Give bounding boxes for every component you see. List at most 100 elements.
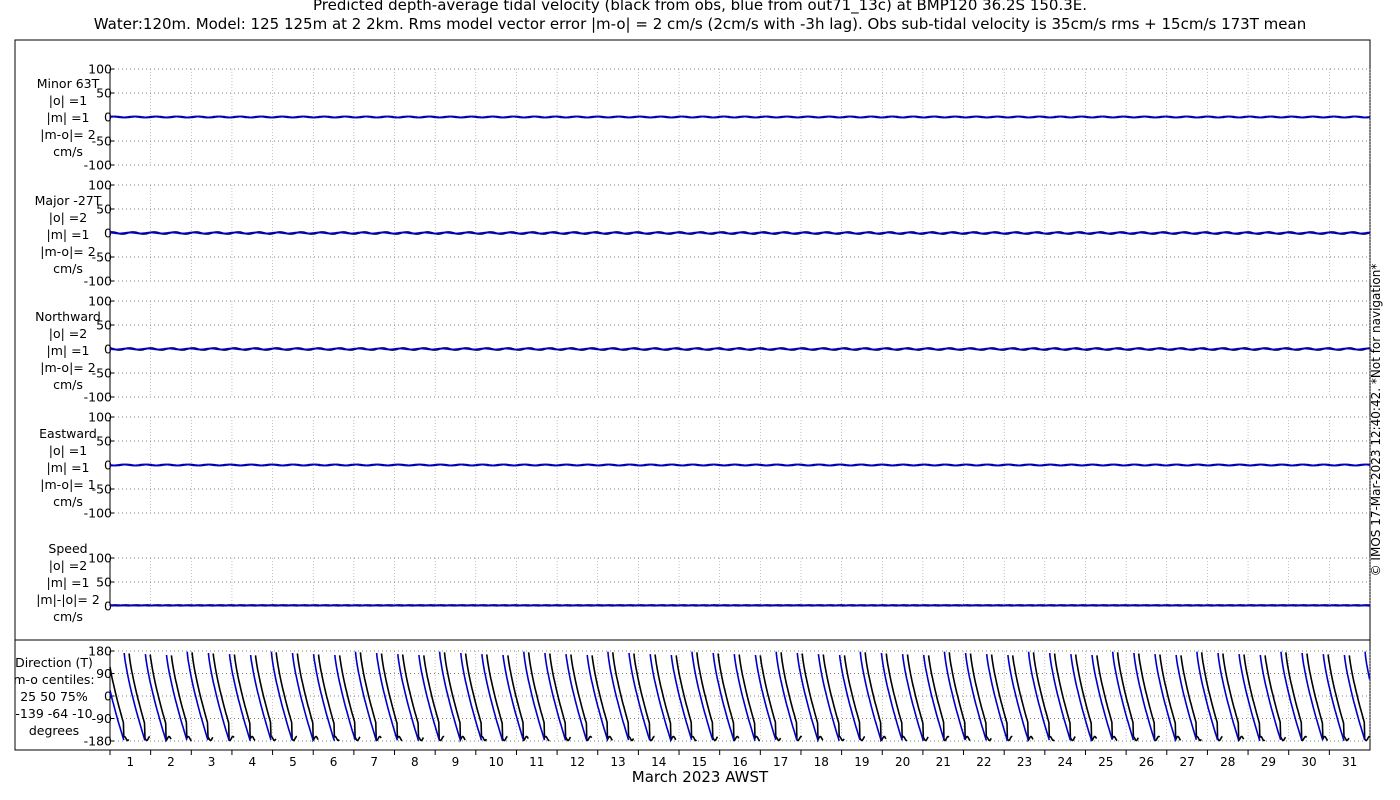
series-line-model (1259, 654, 1282, 741)
x-tick-label: 20 (895, 755, 910, 769)
side-label-line: |o| =2 (48, 210, 88, 225)
side-label-line: -139 -64 -10 (15, 706, 93, 721)
side-label-minor: Minor 63T |o| =1 |m| =1 |m-o|= 2 cm/s (30, 75, 106, 160)
series-line-model (110, 115, 1371, 119)
copyright-notice: © IMOS 17-Mar-2023 12:40:42. *Not for na… (1369, 263, 1383, 577)
series-line-model (712, 652, 735, 741)
x-tick-label: 8 (411, 755, 419, 769)
series-line-model (1007, 654, 1029, 741)
x-tick-label: 25 (1098, 755, 1113, 769)
series-line-model (109, 463, 1371, 467)
side-label-line: |m-o|= 2 (40, 127, 96, 142)
side-label-line: |m| =1 (46, 227, 90, 242)
side-label-line: |m| =1 (46, 575, 90, 590)
x-tick-label: 30 (1301, 755, 1316, 769)
side-label-line: 25 50 75% (20, 689, 88, 704)
side-label-line: |m|-|o|= 2 (36, 592, 100, 607)
x-tick-label: 21 (936, 755, 951, 769)
x-tick-label: 18 (814, 755, 829, 769)
side-label-line: |o| =2 (48, 558, 88, 573)
series-line-model (418, 654, 440, 741)
side-label-line: Eastward (39, 426, 97, 441)
x-tick-label: 4 (248, 755, 256, 769)
series-line-model (109, 231, 1371, 235)
y-tick-label: 100 (88, 294, 112, 309)
series-line-model (838, 654, 861, 741)
side-label-line: |o| =2 (48, 326, 88, 341)
side-label-line: Direction (T) (15, 655, 93, 670)
tidal-velocity-figure: 100500-50-100100500-50-100100500-50-1001… (14, 39, 1371, 769)
side-label-line: m-o centiles: (13, 672, 95, 687)
series-line-model (586, 654, 609, 741)
series-line-model (901, 654, 925, 742)
x-tick-label: 14 (651, 755, 666, 769)
series-line-model (565, 654, 588, 742)
series-line-model (754, 654, 777, 741)
side-label-direction: Direction (T) m-o centiles: 25 50 75% -139 … (12, 654, 96, 739)
side-label-line: |o| =1 (48, 93, 88, 108)
x-tick-label: 1 (127, 755, 135, 769)
side-label-line: Major -27T (34, 193, 102, 208)
x-tick-label: 10 (488, 755, 503, 769)
side-label-line: |m-o|= 2 (40, 244, 96, 259)
series-line-model (123, 652, 146, 741)
series-line-model (649, 654, 672, 742)
series-line-model (670, 654, 693, 741)
side-label-line: Speed (48, 541, 88, 556)
side-label-line: degrees (28, 723, 80, 738)
series-line-model (1133, 652, 1156, 741)
series-line-model (1364, 651, 1371, 680)
series-line-model (1217, 652, 1240, 741)
side-label-line: |m| =1 (46, 460, 90, 475)
series-line-model (1301, 652, 1324, 741)
series-line-model (1175, 654, 1198, 741)
series-line-model (1322, 654, 1345, 742)
series-line-model (544, 652, 567, 741)
series-line-model (249, 654, 272, 741)
plot-layer: 100500-50-100100500-50-100100500-50-1001… (84, 62, 1371, 769)
side-label-line: |m| =1 (46, 110, 90, 125)
x-tick-label: 7 (370, 755, 378, 769)
x-tick-label: 16 (732, 755, 747, 769)
side-label-line: cm/s (53, 261, 83, 276)
series-line-model (481, 654, 504, 742)
series-line-model (880, 652, 903, 741)
y-tick-label: 100 (88, 410, 112, 425)
series-line-model (922, 654, 945, 741)
side-label-line: cm/s (53, 609, 83, 624)
side-label-line: cm/s (53, 144, 83, 159)
x-tick-label: 2 (167, 755, 175, 769)
chart-title-line2: Water:120m. Model: 125 125m at 2 2km. Rm… (93, 15, 1307, 33)
x-tick-label: 11 (529, 755, 544, 769)
side-label-major: Major -27T |o| =2 |m| =1 |m-o|= 2 cm/s (30, 192, 106, 277)
side-label-line: |m-o|= 1 (40, 477, 96, 492)
x-tick-label: 22 (976, 755, 991, 769)
x-tick-label: 12 (570, 755, 585, 769)
side-label-line: |m-o|= 2 (40, 360, 96, 375)
side-label-speed: Speed |o| =2 |m| =1 |m|-|o|= 2 cm/s (30, 540, 106, 625)
x-tick-label: 31 (1342, 755, 1357, 769)
x-tick-label: 19 (854, 755, 869, 769)
series-line-model (228, 654, 251, 742)
side-label-line: Minor 63T (36, 76, 100, 91)
series-line-model (502, 654, 525, 741)
series-line-model (109, 347, 1370, 351)
x-tick-label: 5 (289, 755, 297, 769)
series-line-model (312, 654, 336, 742)
side-label-line: cm/s (53, 377, 83, 392)
side-label-line: cm/s (53, 494, 83, 509)
series-line-model (207, 652, 230, 741)
series-line-model (985, 654, 1009, 742)
x-tick-label: 26 (1139, 755, 1154, 769)
series-line-model (291, 652, 314, 741)
series-line-model (817, 653, 840, 742)
x-tick-label: 29 (1261, 755, 1276, 769)
series-line-model (144, 654, 167, 742)
x-tick-label: 23 (1017, 755, 1032, 769)
series-line-model (733, 654, 756, 742)
side-label-line: |o| =1 (48, 443, 88, 458)
series-line-model (1154, 654, 1177, 742)
x-tick-label: 9 (452, 755, 460, 769)
x-tick-label: 28 (1220, 755, 1235, 769)
series-line-model (334, 654, 356, 741)
